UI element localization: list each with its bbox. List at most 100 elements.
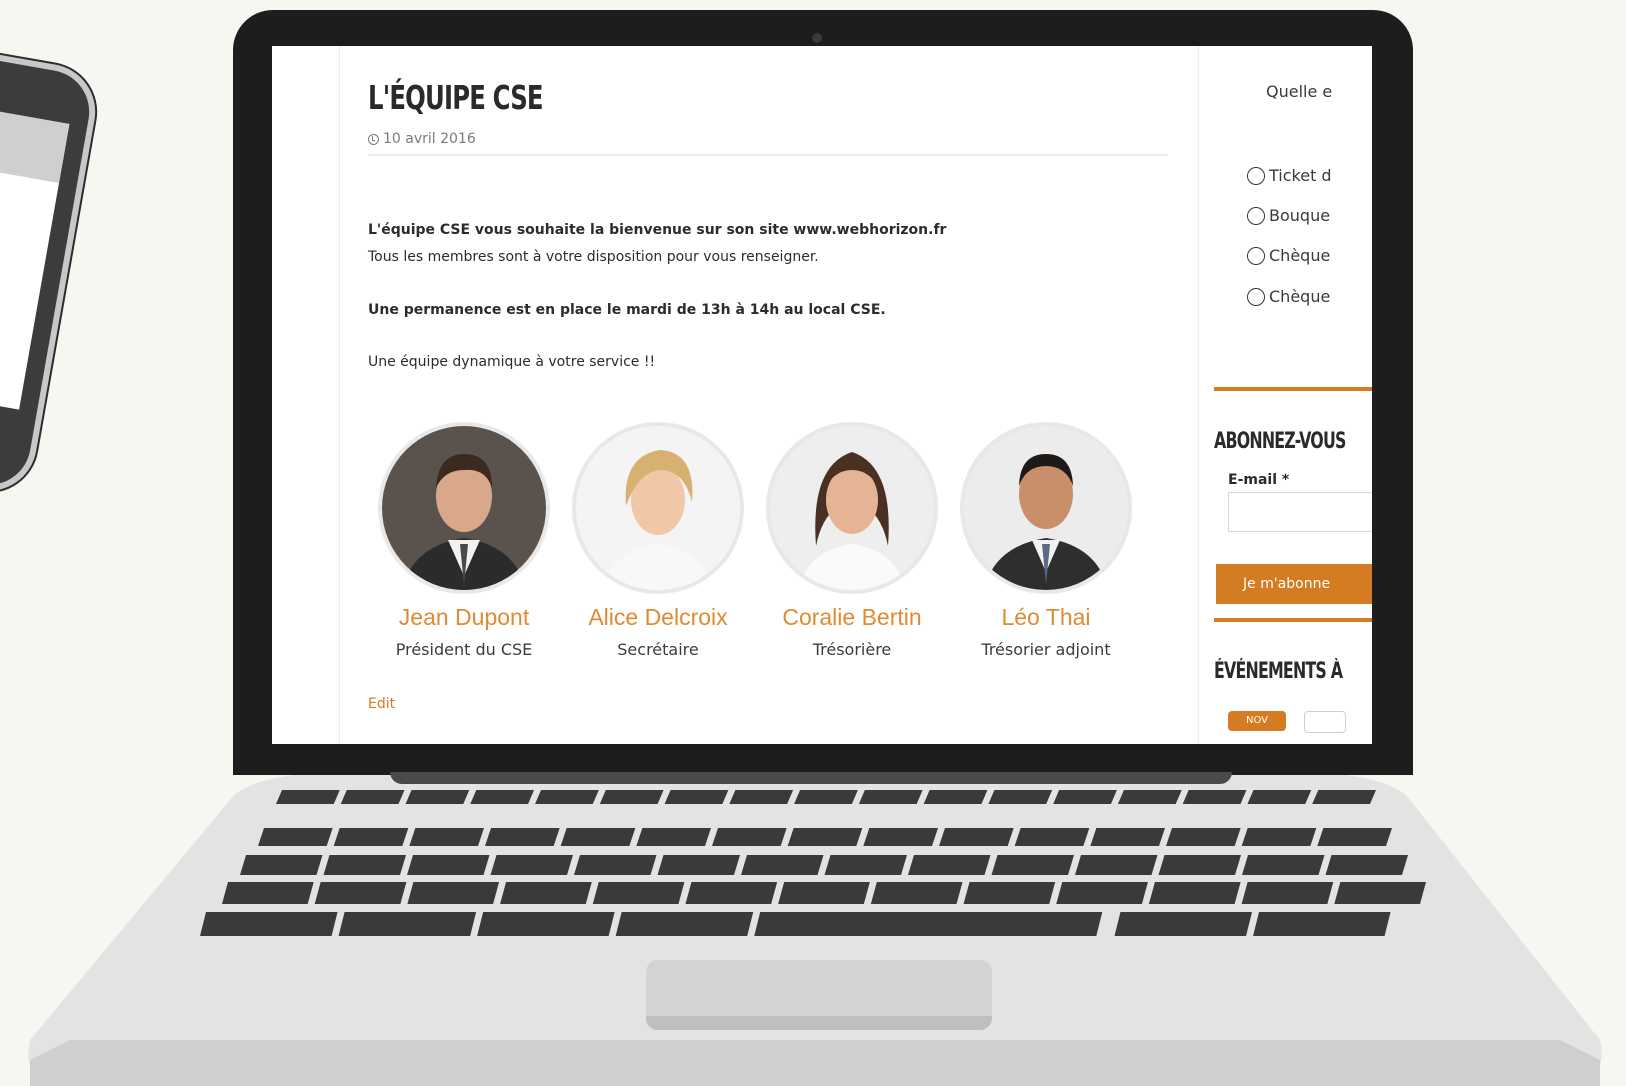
keyboard-key — [470, 790, 535, 804]
poll-option[interactable]: Chèque — [1247, 246, 1330, 265]
keyboard-key — [741, 855, 824, 875]
clock-icon — [368, 133, 379, 145]
keyboard-key — [1253, 912, 1391, 936]
poll-option[interactable]: Ticket d — [1247, 166, 1332, 185]
intro-bold: L'équipe CSE vous souhaite la bienvenue … — [368, 222, 947, 238]
keyboard-key — [615, 912, 754, 936]
webcam — [812, 33, 822, 43]
keyboard-key — [200, 912, 338, 936]
page-title: L'ÉQUIPE CSE — [368, 78, 544, 117]
keyboard-key — [599, 790, 664, 804]
keyboard-key — [1166, 828, 1241, 846]
keyboard-key — [1053, 790, 1117, 804]
avatar — [766, 422, 938, 594]
keyboard-key — [1334, 882, 1426, 904]
keyboard-key — [1148, 882, 1241, 904]
calendar-nav[interactable] — [1304, 711, 1346, 733]
radio-button[interactable] — [1247, 287, 1265, 306]
keyboard-key — [1182, 790, 1247, 804]
keyboard-key — [592, 882, 685, 904]
member-name: Léo Thai — [1001, 604, 1091, 630]
keyboard-key — [1075, 855, 1158, 875]
keyboard-key — [1317, 828, 1392, 846]
keyboard-key — [1242, 855, 1325, 875]
keyboard-key — [1241, 882, 1334, 904]
title-divider — [368, 154, 1168, 156]
keyboard-key — [490, 855, 573, 875]
email-label: E-mail * — [1228, 472, 1290, 488]
team-member: Jean Dupont Président du CSE — [364, 422, 564, 659]
keyboard-key — [923, 790, 988, 804]
keyboard-key — [754, 912, 1103, 936]
member-name: Jean Dupont — [398, 604, 530, 630]
widget-divider — [1214, 618, 1372, 622]
keyboard-key — [338, 912, 477, 936]
keyboard-key — [1325, 855, 1408, 875]
keyboard-key — [560, 828, 636, 846]
radio-button[interactable] — [1247, 206, 1265, 225]
poll-option[interactable]: Bouque — [1247, 206, 1330, 225]
member-role: Président du CSE — [395, 640, 533, 659]
keyboard-key — [1114, 912, 1253, 936]
avatar — [378, 422, 550, 594]
keyboard-key — [276, 790, 340, 804]
email-field[interactable] — [1228, 492, 1372, 532]
keyboard-key — [685, 882, 778, 904]
keyboard-key — [1090, 828, 1165, 846]
keyboard-key — [240, 855, 323, 875]
keyboard-key — [1247, 790, 1312, 804]
laptop-screen: L'ÉQUIPE CSE 10 avril 2016 L'équipe CSE … — [272, 46, 1372, 744]
keyboard-key — [333, 828, 409, 846]
keyboard-key — [991, 855, 1074, 875]
radio-button[interactable] — [1247, 166, 1265, 185]
month-tab[interactable]: NOV — [1228, 711, 1286, 731]
keyboard-key — [1014, 828, 1090, 846]
keyboard-key — [870, 882, 963, 904]
keyboard-key — [222, 882, 314, 904]
main-content: L'ÉQUIPE CSE 10 avril 2016 L'équipe CSE … — [339, 46, 1199, 744]
team-member: Léo Thai Trésorier adjoint — [946, 422, 1146, 659]
keyboard-key — [323, 855, 406, 875]
keyboard-key — [636, 828, 711, 846]
keyboard-key — [1241, 828, 1317, 846]
permanence-text: Une permanence est en place le mardi de … — [368, 302, 886, 318]
member-role: Trésorier adjoint — [981, 640, 1111, 659]
sidebar: Quelle e Ticket d Bouque Chèque Chèque A… — [1214, 46, 1372, 744]
keyboard-key — [500, 882, 592, 904]
keyboard-key — [409, 828, 484, 846]
poll-question: Quelle e — [1266, 82, 1333, 101]
events-title: ÉVÉNEMENTS À — [1214, 659, 1343, 684]
member-name: Coralie Bertin — [782, 604, 922, 630]
avatar — [960, 422, 1132, 594]
intro-text: Tous les membres sont à votre dispositio… — [368, 249, 819, 265]
keyboard-key — [908, 855, 991, 875]
keyboard-key — [1117, 790, 1182, 804]
radio-button[interactable] — [1247, 246, 1265, 265]
member-role: Secrétaire — [617, 640, 699, 659]
tagline: Une équipe dynamique à votre service !! — [368, 354, 656, 370]
keyboard-key — [858, 790, 923, 804]
keyboard-key — [258, 828, 333, 846]
trackpad — [646, 960, 992, 1030]
post-date-text: 10 avril 2016 — [383, 131, 476, 147]
keyboard-key — [314, 882, 407, 904]
subscribe-button[interactable]: Je m'abonne — [1216, 564, 1372, 604]
keyboard-key — [485, 828, 560, 846]
subscribe-title: ABONNEZ-VOUS — [1214, 429, 1346, 454]
keyboard-key — [477, 912, 615, 936]
post-date: 10 avril 2016 — [368, 131, 476, 147]
keyboard-key — [405, 790, 470, 804]
member-role: Trésorière — [812, 640, 892, 659]
keyboard-key — [340, 790, 405, 804]
keyboard-key — [1312, 790, 1376, 804]
team-member: Alice Delcroix Secrétaire — [558, 422, 758, 659]
keyboard-key — [794, 790, 858, 804]
keyboard-key — [407, 882, 500, 904]
keyboard-key — [1158, 855, 1241, 875]
poll-option[interactable]: Chèque — [1247, 287, 1330, 306]
edit-link[interactable]: Edit — [368, 696, 395, 712]
keyboard-key — [778, 882, 870, 904]
keyboard-key — [535, 790, 599, 804]
widget-divider — [1214, 387, 1372, 391]
keyboard-key — [1056, 882, 1148, 904]
